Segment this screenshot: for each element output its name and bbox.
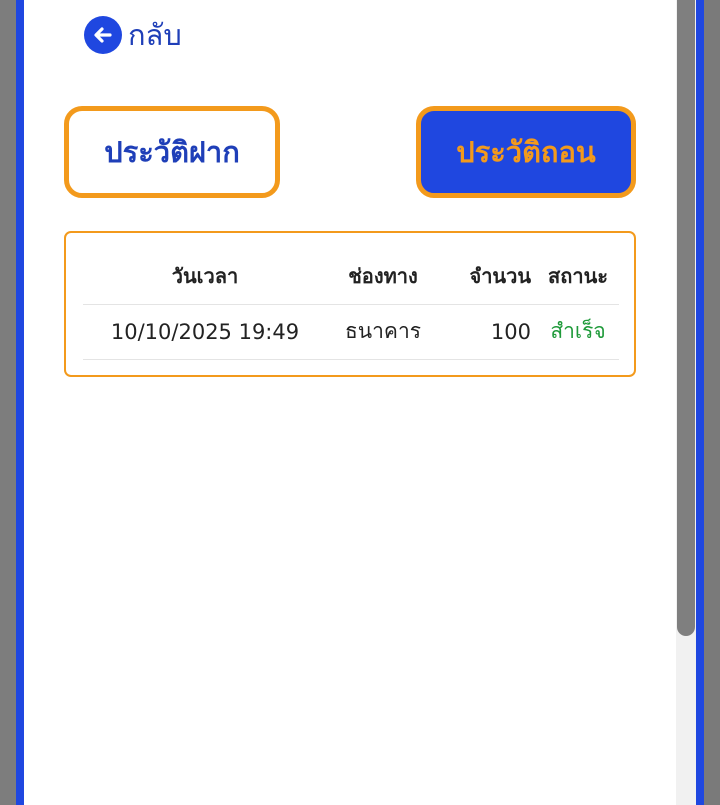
scrollbar-thumb[interactable] bbox=[677, 0, 695, 636]
cell-channel: ธนาคาร bbox=[327, 304, 439, 360]
frame-border-right bbox=[696, 0, 704, 805]
deposit-history-button[interactable]: ประวัติฝาก bbox=[64, 106, 280, 198]
header-amount: จำนวน bbox=[439, 249, 537, 305]
back-label: กลับ bbox=[128, 18, 182, 52]
cell-datetime: 10/10/2025 19:49 bbox=[83, 304, 327, 360]
header-status: สถานะ bbox=[537, 249, 619, 305]
header-datetime: วันเวลา bbox=[83, 249, 327, 305]
background-left bbox=[0, 0, 16, 805]
history-table-card: วันเวลา ช่องทาง จำนวน สถานะ 10/10/2025 1… bbox=[64, 231, 636, 377]
back-button[interactable]: กลับ bbox=[84, 16, 182, 54]
table-row: 10/10/2025 19:49 ธนาคาร 100 สำเร็จ bbox=[83, 304, 619, 360]
cell-amount: 100 bbox=[439, 304, 537, 360]
status-badge: สำเร็จ bbox=[537, 304, 619, 360]
table-header-row: วันเวลา ช่องทาง จำนวน สถานะ bbox=[83, 249, 619, 305]
frame-border-left bbox=[16, 0, 24, 805]
background-right bbox=[704, 0, 720, 805]
withdraw-history-button[interactable]: ประวัติถอน bbox=[416, 106, 636, 198]
history-table: วันเวลา ช่องทาง จำนวน สถานะ 10/10/2025 1… bbox=[83, 249, 619, 360]
header-channel: ช่องทาง bbox=[327, 249, 439, 305]
arrow-left-icon bbox=[84, 16, 122, 54]
